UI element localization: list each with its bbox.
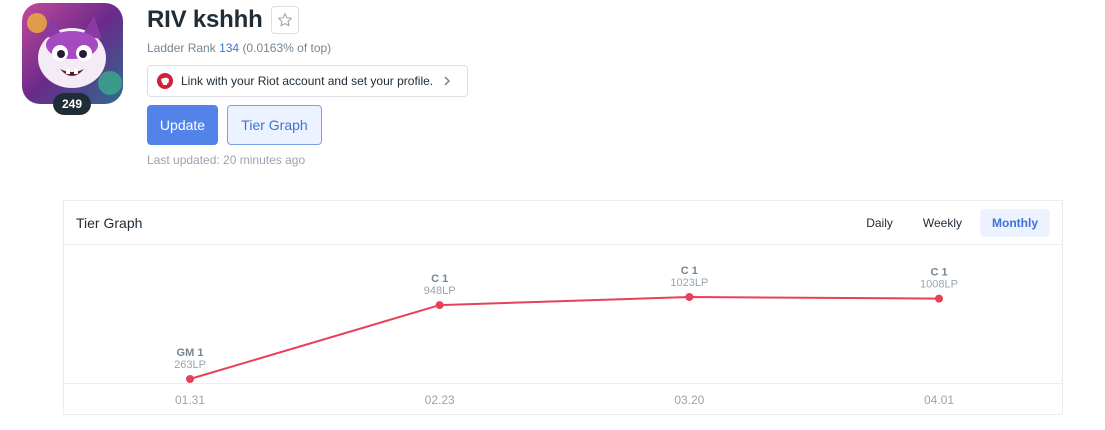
data-point[interactable] bbox=[435, 301, 444, 310]
last-updated-text: Last updated: 20 minutes ago bbox=[147, 153, 306, 167]
tab-monthly[interactable]: Monthly bbox=[980, 209, 1050, 237]
level-badge: 249 bbox=[53, 93, 91, 115]
tier-graph-header: Tier Graph Daily Weekly Monthly bbox=[64, 201, 1062, 245]
ladder-rank-link[interactable]: 134 bbox=[219, 41, 239, 55]
profile-icon bbox=[22, 3, 123, 104]
tier-label: GM 1 bbox=[177, 347, 204, 359]
tier-graph-card: Tier Graph Daily Weekly Monthly GM 1 263L… bbox=[63, 200, 1063, 415]
summoner-header: RIV kshhh bbox=[147, 4, 299, 36]
x-tick-label: 04.01 bbox=[924, 393, 954, 407]
riot-icon bbox=[157, 73, 173, 89]
tier-label: C 1 bbox=[930, 267, 947, 279]
riot-link-button[interactable]: Link with your Riot account and set your… bbox=[147, 65, 468, 97]
ladder-rank: Ladder Rank 134 (0.0163% of top) bbox=[147, 41, 331, 55]
ladder-rank-label: Ladder Rank bbox=[147, 41, 216, 55]
tier-graph-button[interactable]: Tier Graph bbox=[227, 105, 322, 145]
data-point[interactable] bbox=[685, 293, 694, 301]
chevron-right-icon bbox=[444, 76, 451, 86]
series-line bbox=[189, 295, 940, 380]
data-point[interactable] bbox=[186, 375, 194, 383]
update-button[interactable]: Update bbox=[147, 105, 218, 145]
summoner-name: RIV kshhh bbox=[147, 6, 263, 33]
tier-graph-chart: GM 1 263LP 01.31 C 1 948LP 02.23 C 1 1023LP 03.2… bbox=[64, 245, 1062, 414]
riot-link-label: Link with your Riot account and set your… bbox=[181, 74, 434, 88]
tier-line-chart: GM 1263LP01.31C 1948LP02.23C 11023LP03.2… bbox=[174, 265, 958, 407]
lp-label: 263LP bbox=[174, 359, 206, 371]
lp-label: 1008LP bbox=[920, 279, 958, 291]
x-tick-label: 02.23 bbox=[425, 393, 455, 407]
favorite-button[interactable] bbox=[270, 6, 299, 34]
tier-graph-title: Tier Graph bbox=[76, 215, 143, 231]
data-point[interactable] bbox=[935, 294, 943, 303]
tier-label: C 1 bbox=[681, 265, 698, 277]
x-tick-label: 03.20 bbox=[674, 393, 704, 407]
lp-label: 948LP bbox=[424, 285, 456, 297]
profile-icon-wrapper: 249 bbox=[22, 3, 123, 115]
tab-weekly[interactable]: Weekly bbox=[911, 209, 974, 237]
x-tick-label: 01.31 bbox=[175, 393, 205, 407]
ladder-rank-percent: (0.0163% of top) bbox=[242, 41, 332, 55]
lp-label: 1023LP bbox=[670, 277, 708, 289]
tab-daily[interactable]: Daily bbox=[854, 209, 905, 237]
star-icon bbox=[277, 13, 292, 27]
tier-label: C 1 bbox=[431, 273, 448, 285]
period-tabs: Daily Weekly Monthly bbox=[848, 209, 1050, 237]
